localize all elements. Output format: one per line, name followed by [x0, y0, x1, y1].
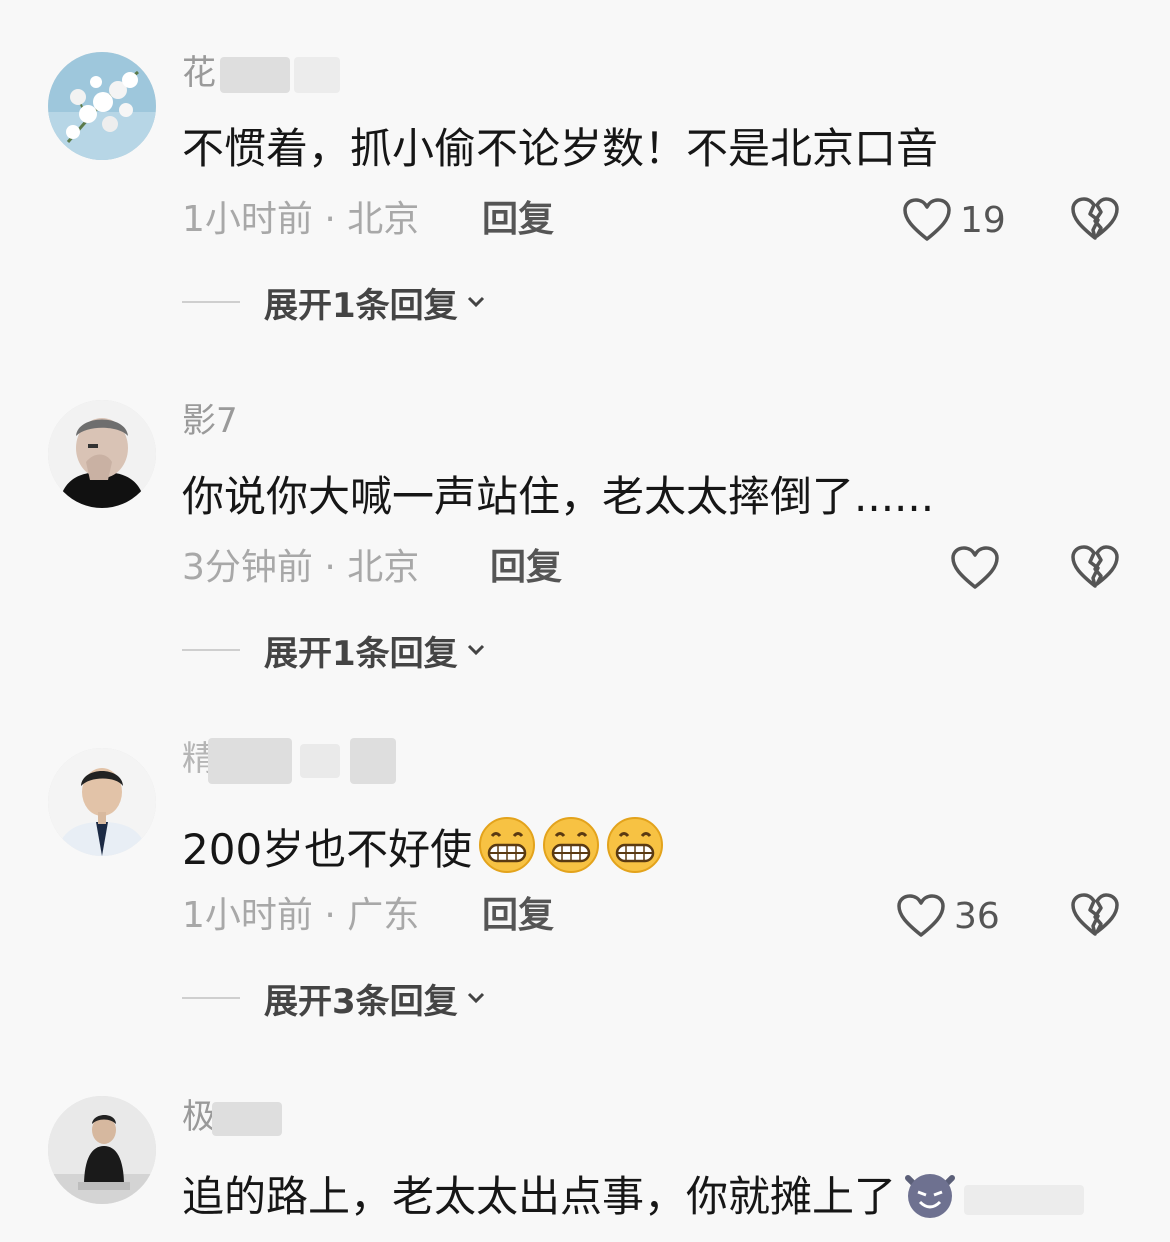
avatar[interactable]	[48, 748, 156, 856]
heart-outline-icon	[903, 198, 951, 241]
expand-label: 展开1条回复	[264, 285, 458, 326]
chevron-down-icon	[467, 296, 484, 308]
blurred-username	[300, 743, 340, 778]
reply-button[interactable]: 回复	[482, 195, 554, 245]
comment-meta: 3分钟前 · 北京	[182, 547, 420, 588]
blurred-text	[964, 1184, 1085, 1215]
comment-text: 不惯着，抓小偷不论岁数！不是北京口音	[182, 124, 939, 173]
broken-heart-icon	[1071, 545, 1119, 588]
divider	[182, 649, 240, 651]
broken-heart-icon	[1071, 893, 1119, 936]
comment-3: 精 200岁也不好使 1小时前 · 广东 回复 36 展开3条回复	[0, 696, 1170, 1036]
reply-button[interactable]: 回复	[490, 543, 562, 593]
blurred-username	[208, 737, 292, 784]
grinning-emoji	[542, 816, 600, 889]
like-button[interactable]	[950, 540, 1000, 596]
expand-replies[interactable]: 展开3条回复	[182, 974, 488, 1022]
comment-meta: 1小时前 · 北京	[182, 199, 420, 240]
expand-label: 展开1条回复	[264, 633, 458, 674]
comment-time: 3分钟前	[182, 547, 313, 588]
avatar[interactable]	[48, 52, 156, 160]
chevron-down-icon	[467, 644, 484, 656]
comment-text: 你说你大喊一声站住，老太太摔倒了......	[182, 472, 935, 521]
broken-heart-icon	[1071, 197, 1119, 240]
expand-replies[interactable]: 展开1条回复	[182, 626, 488, 674]
dislike-button[interactable]	[1070, 194, 1120, 244]
comment-location: 广东	[347, 895, 420, 936]
blurred-username	[350, 737, 396, 784]
comment-4: 极 追的路上，老太太出点事，你就摊上了	[0, 1044, 1170, 1242]
divider	[182, 997, 240, 999]
heart-outline-icon	[951, 546, 999, 589]
comment-1: 花 不惯着，抓小偷不论岁数！不是北京口音 1小时前 · 北京 回复 19 展开1…	[0, 0, 1170, 340]
dislike-button[interactable]	[1070, 542, 1120, 592]
comment-time: 1小时前	[182, 895, 313, 936]
comment-2: 影7 你说你大喊一声站住，老太太摔倒了...... 3分钟前 · 北京 回复 展…	[0, 348, 1170, 688]
reply-button[interactable]: 回复	[482, 891, 554, 941]
grinning-emoji	[478, 816, 536, 889]
expand-replies[interactable]: 展开1条回复	[182, 278, 488, 326]
avatar[interactable]	[48, 1096, 156, 1204]
comment-text: 追的路上，老太太出点事，你就摊上了	[182, 1164, 1085, 1235]
comment-location: 北京	[347, 199, 420, 240]
comment-time: 1小时前	[182, 199, 313, 240]
chevron-down-icon	[467, 992, 484, 1004]
username[interactable]: 精	[182, 736, 396, 784]
like-count: 36	[954, 895, 1000, 937]
smiling-devil-emoji	[902, 1164, 958, 1235]
expand-label: 展开3条回复	[264, 981, 458, 1022]
username[interactable]: 极	[182, 1094, 282, 1140]
like-button[interactable]: 36	[896, 888, 1000, 944]
comment-text: 200岁也不好使	[182, 816, 664, 889]
blurred-username	[212, 1101, 282, 1136]
like-button[interactable]: 19	[902, 192, 1006, 248]
username[interactable]: 影7	[182, 398, 238, 444]
heart-outline-icon	[897, 894, 945, 937]
grinning-emoji	[606, 816, 664, 889]
blurred-username	[294, 56, 340, 93]
divider	[182, 301, 240, 303]
avatar[interactable]	[48, 400, 156, 508]
dislike-button[interactable]	[1070, 890, 1120, 940]
like-count: 19	[960, 199, 1006, 241]
username[interactable]: 花	[182, 50, 340, 96]
blurred-username	[220, 56, 290, 93]
comment-location: 北京	[347, 547, 420, 588]
comment-meta: 1小时前 · 广东	[182, 895, 420, 936]
